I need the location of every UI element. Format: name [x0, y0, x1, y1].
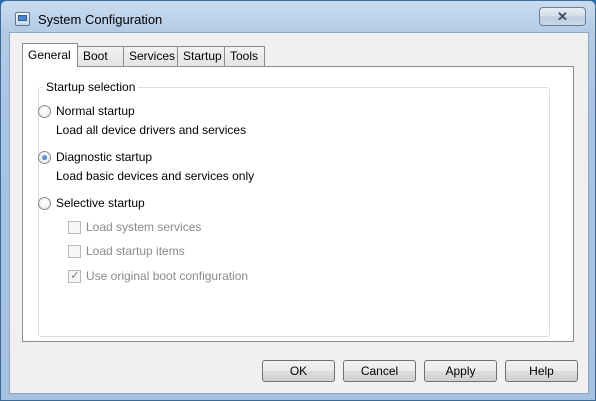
tab-general[interactable]: General [22, 43, 78, 67]
tab-startup[interactable]: Startup [177, 46, 225, 66]
dialog-client-area: General Boot Services Startup Tools Star… [9, 32, 589, 394]
selective-startup-label[interactable]: Selective startup [56, 196, 145, 210]
system-config-icon [15, 12, 30, 26]
general-tab-panel: Startup selection Normal startup Load al… [22, 66, 574, 342]
diagnostic-startup-label[interactable]: Diagnostic startup [56, 150, 152, 164]
load-system-services-label: Load system services [86, 220, 202, 234]
normal-startup-radio[interactable] [38, 105, 51, 118]
diagnostic-startup-radio[interactable] [38, 151, 51, 164]
ok-button[interactable]: OK [262, 360, 335, 382]
cancel-button[interactable]: Cancel [343, 360, 416, 382]
normal-startup-description: Load all device drivers and services [56, 123, 247, 137]
close-button[interactable]: ✕ [539, 7, 586, 26]
use-original-boot-checkbox[interactable] [68, 268, 81, 283]
load-startup-items-checkbox[interactable] [68, 245, 81, 258]
load-startup-items-label: Load startup items [86, 244, 185, 258]
startup-selection-label: Startup selection [43, 80, 139, 94]
tab-services[interactable]: Services [123, 46, 178, 66]
tab-boot[interactable]: Boot [77, 46, 124, 66]
selective-startup-radio[interactable] [38, 197, 51, 210]
diagnostic-startup-description: Load basic devices and services only [56, 169, 255, 183]
use-original-boot-label: Use original boot configuration [86, 269, 249, 283]
normal-startup-label[interactable]: Normal startup [56, 104, 135, 118]
load-system-services-checkbox[interactable] [68, 221, 81, 234]
help-button[interactable]: Help [505, 360, 578, 382]
window-title: System Configuration [38, 12, 163, 27]
tab-tools[interactable]: Tools [224, 46, 265, 66]
apply-button[interactable]: Apply [424, 360, 497, 382]
system-configuration-window: System Configuration ✕ General Boot Serv… [0, 0, 596, 401]
